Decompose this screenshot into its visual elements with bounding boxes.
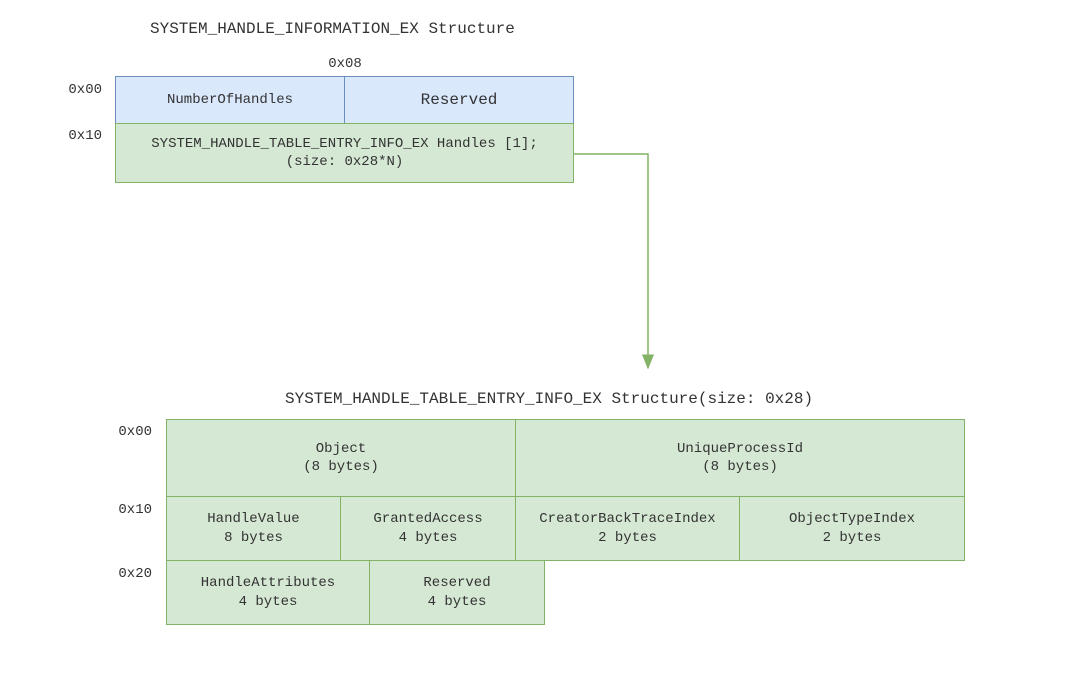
struct1-offset-0x00: 0x00 (62, 82, 102, 98)
cell-number-of-handles: NumberOfHandles (115, 76, 345, 124)
cell-label: ObjectTypeIndex (789, 510, 915, 528)
cell-label: HandleValue (207, 510, 299, 528)
cell-creator-back-trace-index: CreatorBackTraceIndex 2 bytes (515, 496, 740, 561)
struct1-title: SYSTEM_HANDLE_INFORMATION_EX Structure (150, 20, 515, 38)
cell-object-type-index: ObjectTypeIndex 2 bytes (739, 496, 965, 561)
cell-object: Object (8 bytes) (166, 419, 516, 497)
cell-label: GrantedAccess (373, 510, 482, 528)
cell-label: Object (316, 440, 366, 458)
cell-sublabel: 2 bytes (598, 529, 657, 547)
cell-sublabel: 4 bytes (399, 529, 458, 547)
cell-label: HandleAttributes (201, 574, 335, 592)
struct2-offset-0x10: 0x10 (112, 502, 152, 518)
cell-sublabel: 2 bytes (823, 529, 882, 547)
cell-sublabel: 8 bytes (224, 529, 283, 547)
cell-granted-access: GrantedAccess 4 bytes (340, 496, 516, 561)
struct2-offset-0x20: 0x20 (112, 566, 152, 582)
cell-label: NumberOfHandles (167, 91, 293, 109)
cell-handle-attributes: HandleAttributes 4 bytes (166, 560, 370, 625)
cell-reserved-top: Reserved (344, 76, 574, 124)
cell-handle-value: HandleValue 8 bytes (166, 496, 341, 561)
cell-unique-process-id: UniqueProcessId (8 bytes) (515, 419, 965, 497)
cell-label: UniqueProcessId (677, 440, 803, 458)
cell-handles-array: SYSTEM_HANDLE_TABLE_ENTRY_INFO_EX Handle… (115, 123, 574, 183)
diagram-canvas: SYSTEM_HANDLE_INFORMATION_EX Structure 0… (0, 0, 1080, 685)
cell-sublabel: (size: 0x28*N) (286, 153, 404, 171)
cell-sublabel: 4 bytes (428, 593, 487, 611)
struct2-title: SYSTEM_HANDLE_TABLE_ENTRY_INFO_EX Struct… (285, 390, 813, 408)
struct1-col-label: 0x08 (315, 56, 375, 72)
cell-sublabel: 4 bytes (239, 593, 298, 611)
cell-label: Reserved (421, 90, 498, 111)
cell-label: Reserved (423, 574, 490, 592)
cell-sublabel: (8 bytes) (702, 458, 778, 476)
struct1-offset-0x10: 0x10 (62, 128, 102, 144)
cell-label: CreatorBackTraceIndex (539, 510, 715, 528)
struct2-offset-0x00: 0x00 (112, 424, 152, 440)
cell-reserved-bottom: Reserved 4 bytes (369, 560, 545, 625)
cell-label: SYSTEM_HANDLE_TABLE_ENTRY_INFO_EX Handle… (151, 135, 537, 153)
cell-sublabel: (8 bytes) (303, 458, 379, 476)
